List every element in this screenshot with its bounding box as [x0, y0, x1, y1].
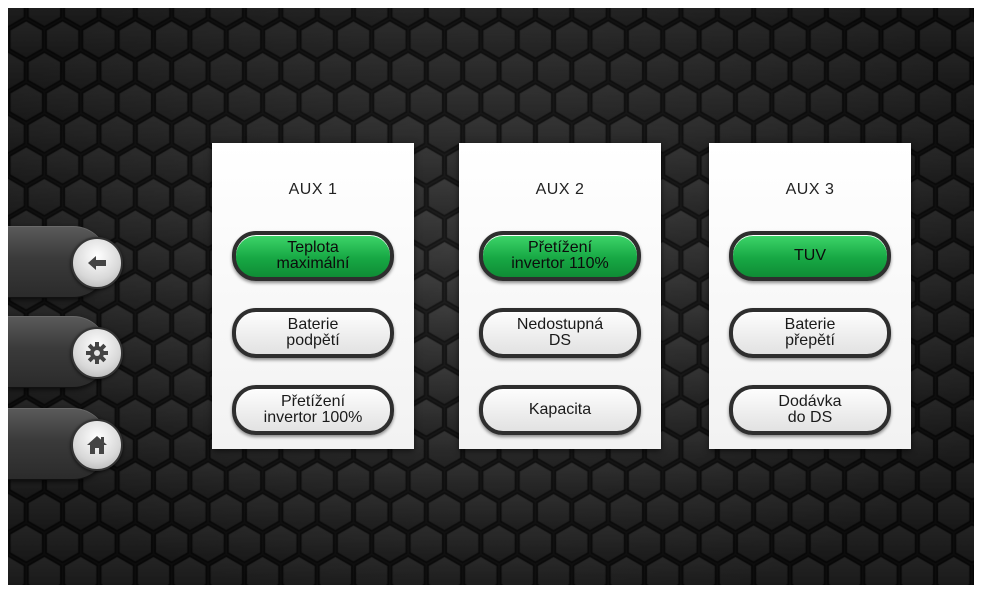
- aux1-panel: AUX 1 Teplota maximální Baterie podpětí …: [212, 143, 414, 449]
- aux1-title: AUX 1: [288, 181, 338, 198]
- aux3-option-baterie-prepeti[interactable]: Baterie přepětí: [729, 308, 891, 358]
- aux2-option-nedostupna-ds[interactable]: Nedostupná DS: [479, 308, 641, 358]
- aux3-option-dodavka-do-ds[interactable]: Dodávka do DS: [729, 385, 891, 435]
- nav-tab-back: [8, 226, 123, 298]
- arrow-left-icon: [88, 256, 106, 270]
- settings-button[interactable]: [71, 327, 123, 379]
- home-icon: [87, 436, 107, 454]
- aux1-option-baterie-podpeti[interactable]: Baterie podpětí: [232, 308, 394, 358]
- aux1-option-pretizeni-invertor-100[interactable]: Přetížení invertor 100%: [232, 385, 394, 435]
- aux2-option-kapacita[interactable]: Kapacita: [479, 385, 641, 435]
- nav-tab-home: [8, 408, 123, 480]
- aux2-panel: AUX 2 Přetížení invertor 110% Nedostupná…: [459, 143, 661, 449]
- aux2-option-pretizeni-invertor-110[interactable]: Přetížení invertor 110%: [479, 231, 641, 281]
- aux3-panel: AUX 3 TUV Baterie přepětí Dodávka do DS: [709, 143, 911, 449]
- hmi-screen: AUX 1 Teplota maximální Baterie podpětí …: [8, 8, 974, 585]
- aux3-title: AUX 3: [785, 181, 835, 198]
- home-button[interactable]: [71, 419, 123, 471]
- back-button[interactable]: [71, 237, 123, 289]
- gear-icon: [86, 342, 108, 364]
- aux1-option-teplota-maximalni[interactable]: Teplota maximální: [232, 231, 394, 281]
- nav-tab-settings: [8, 316, 123, 388]
- aux2-title: AUX 2: [535, 181, 585, 198]
- aux3-option-tuv[interactable]: TUV: [729, 231, 891, 281]
